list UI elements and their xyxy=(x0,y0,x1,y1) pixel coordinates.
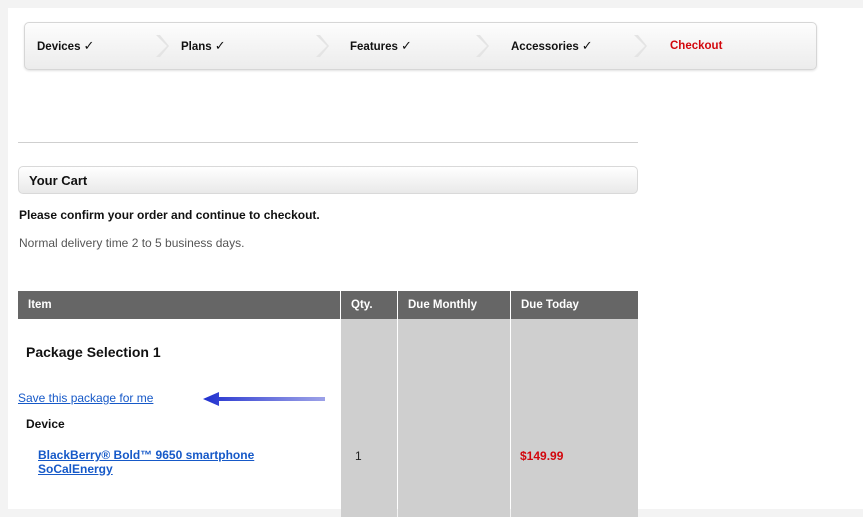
step-accessories[interactable]: Accessories ✓ xyxy=(511,23,593,69)
step-plans-label: Plans xyxy=(181,41,212,53)
step-checkout[interactable]: Checkout xyxy=(670,23,722,69)
check-icon: ✓ xyxy=(214,38,226,53)
device-due-today: $149.99 xyxy=(520,449,564,463)
step-plans[interactable]: Plans ✓ xyxy=(181,23,226,69)
cart-header: Your Cart xyxy=(18,166,638,194)
due-today-column xyxy=(511,319,638,517)
device-color: SoCalEnergy xyxy=(38,462,113,476)
check-icon: ✓ xyxy=(400,38,412,53)
step-devices[interactable]: Devices ✓ xyxy=(37,23,94,69)
device-label: Device xyxy=(26,417,65,431)
checkout-progress-bar: Devices ✓ Plans ✓ Features ✓ Accessories ✓ C… xyxy=(24,22,817,70)
device-qty: 1 xyxy=(355,449,362,463)
chevron-right-icon xyxy=(155,34,169,58)
step-accessories-label: Accessories xyxy=(511,41,579,53)
check-icon: ✓ xyxy=(581,38,593,53)
step-devices-label: Devices xyxy=(37,41,81,53)
delivery-note: Normal delivery time 2 to 5 business day… xyxy=(19,236,245,250)
due-monthly-column xyxy=(398,319,510,517)
page: Devices ✓ Plans ✓ Features ✓ Accessories ✓ C… xyxy=(8,8,863,517)
chevron-right-icon xyxy=(475,34,489,58)
confirm-instructions: Please confirm your order and continue t… xyxy=(19,208,320,222)
package-title: Package Selection 1 xyxy=(26,344,161,360)
column-header-due-monthly: Due Monthly xyxy=(398,291,510,319)
chevron-right-icon xyxy=(633,34,647,58)
save-package-link[interactable]: Save this package for me xyxy=(18,391,153,405)
chevron-right-icon xyxy=(315,34,329,58)
qty-column xyxy=(341,319,397,517)
check-icon: ✓ xyxy=(83,38,95,53)
step-checkout-label: Checkout xyxy=(670,40,723,52)
column-header-item: Item xyxy=(18,291,340,319)
device-product-link[interactable]: BlackBerry® Bold™ 9650 smartphone SoCalE… xyxy=(38,448,308,476)
cart-title: Your Cart xyxy=(29,173,88,188)
column-header-due-today: Due Today xyxy=(511,291,638,319)
step-features-label: Features xyxy=(350,41,398,53)
step-features[interactable]: Features ✓ xyxy=(350,23,412,69)
divider xyxy=(18,142,638,143)
arrow-left-icon xyxy=(203,391,331,412)
column-header-qty: Qty. xyxy=(341,291,397,319)
device-name: BlackBerry® Bold™ 9650 smartphone xyxy=(38,448,255,462)
